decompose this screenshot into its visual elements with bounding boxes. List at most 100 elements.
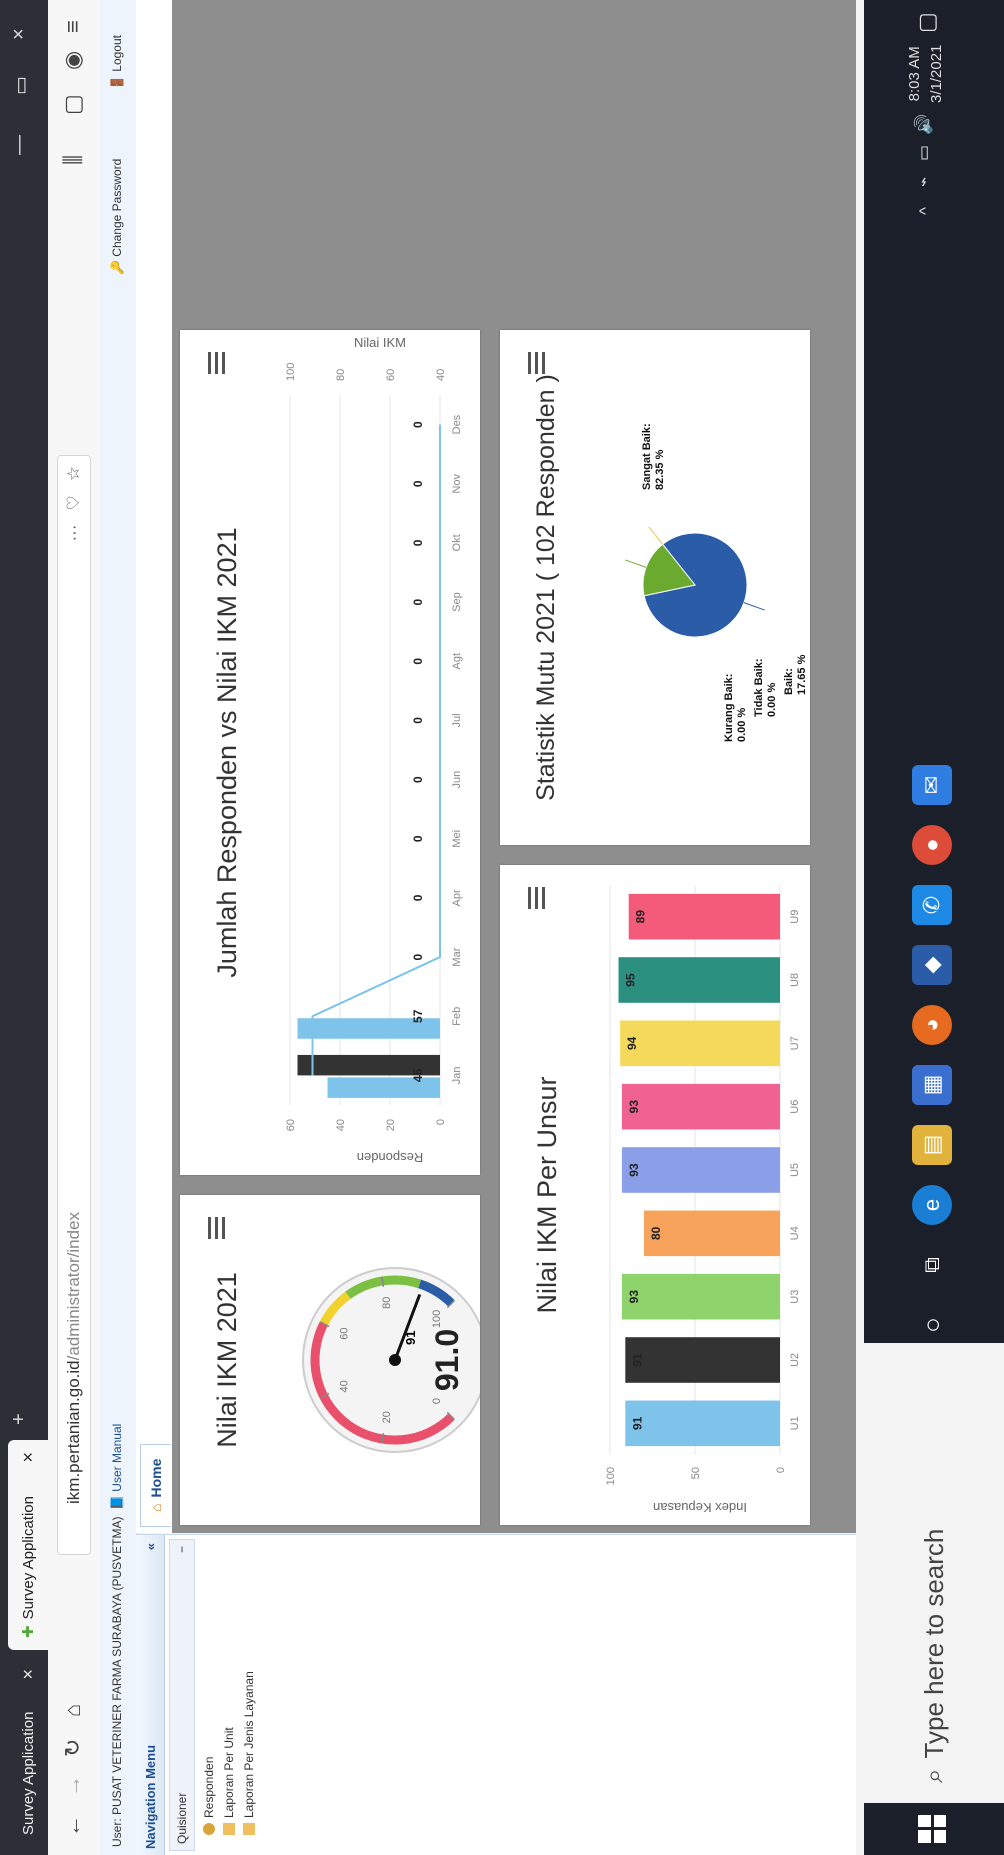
content-tab-strip: ⌂ Home (136, 0, 173, 1533)
cortana-icon[interactable]: ○ (912, 1305, 952, 1345)
back-icon[interactable]: ← (60, 1815, 86, 1837)
edge-icon[interactable]: e (912, 1185, 952, 1225)
tab-home-label: Home (148, 1458, 164, 1498)
navigation-panel: Navigation Menu « Quisioner − Responden … (136, 1534, 856, 1855)
sidebar-icon[interactable]: ▢ (60, 94, 86, 115)
unsur-x-tick: U7 (789, 1036, 801, 1050)
gauge-chart: 0 20 40 60 80 100 91 91.0 (302, 1267, 480, 1453)
url-path: /administrator/index (64, 1212, 83, 1361)
minimize-button[interactable]: — (8, 135, 31, 155)
home-tab-icon: ⌂ (148, 1503, 164, 1512)
combo-y-right-tick: 100 (285, 363, 297, 381)
unsur-value-label: 94 (625, 1036, 639, 1050)
new-tab-button[interactable]: + (8, 1413, 31, 1425)
unsur-y-label: Index Kepuasan (653, 1500, 747, 1515)
bookmark-star-icon[interactable]: ☆ (64, 466, 84, 481)
combo-line-series (311, 424, 441, 1076)
start-button[interactable] (918, 1815, 946, 1843)
pie-label-kurang-baik: Kurang Baik:0.00 % (723, 674, 748, 742)
nav-group-quisioner[interactable]: Quisioner − (169, 1539, 195, 1851)
unsur-x-tick: U9 (789, 910, 801, 924)
screen: Survey Application × ✚ Survey Applicatio… (0, 0, 1004, 1855)
pie-label-pct: 0.00 % (736, 708, 748, 742)
app-icon[interactable]: ◆ (912, 945, 952, 985)
chrome-icon[interactable]: ● (912, 825, 952, 865)
gauge-needle-label: 91 (403, 1331, 418, 1345)
unsur-value-label: 91 (630, 1353, 644, 1367)
display-icon[interactable]: ▭ (914, 145, 934, 161)
unsur-value-label: 93 (627, 1163, 641, 1177)
pie-label-name: Kurang Baik: (723, 674, 735, 742)
combo-value-label: 57 (411, 1009, 425, 1023)
change-password-link[interactable]: 🔑 Change Password (110, 159, 124, 275)
taskbar-clock[interactable]: 8:03 AM 3/1/2021 (904, 45, 948, 103)
task-view-icon[interactable]: ⧉ (912, 1245, 952, 1285)
logout-link[interactable]: 🚪 Logout (110, 35, 124, 90)
tray-chevron-icon[interactable]: ^ (916, 207, 936, 215)
tab-home[interactable]: ⌂ Home (140, 1443, 171, 1527)
forward-icon[interactable]: → (60, 1775, 86, 1797)
user-manual-link[interactable]: 📘 User Manual (110, 1424, 124, 1510)
unsur-x-tick: U6 (789, 1100, 801, 1114)
unsur-y-tick: 100 (605, 1467, 617, 1485)
menu-icon[interactable]: ≡ (60, 20, 86, 33)
restore-button[interactable]: ▭ (8, 76, 33, 95)
nav-item-laporan-unit[interactable]: Laporan Per Unit (219, 1535, 239, 1855)
nav-item-label: Responden (202, 1756, 216, 1818)
outlook-icon[interactable]: ✉ (912, 765, 952, 805)
browser-tab[interactable]: Survey Application × (8, 1657, 48, 1847)
unsur-x-tick: U2 (789, 1353, 801, 1367)
combo-value-label: 0 (411, 421, 425, 428)
gauge-card: Nilai IKM 2021 0 20 40 60 80 100 91 91.0 (180, 1195, 480, 1525)
gauge-tick-label: 20 (381, 1411, 393, 1423)
close-tab-icon[interactable]: × (18, 1452, 39, 1463)
combo-y-left-tick: 0 (435, 1119, 447, 1125)
taskbar-search[interactable]: ⌕ Type here to search (864, 1343, 1004, 1803)
pie-label-name: Tidak Baik: (753, 659, 765, 718)
file-explorer-icon[interactable]: ▤ (912, 1125, 952, 1165)
clock-date: 3/1/2021 (928, 44, 945, 103)
close-window-button[interactable]: × (8, 28, 31, 40)
windows-taskbar: ⌕ Type here to search ○ ⧉ e ▤ ▦ ◕ ◆ ✆ ● … (864, 0, 1004, 1855)
browser-tab-active[interactable]: ✚ Survey Application × (8, 1440, 48, 1650)
combo-x-tick: Feb (451, 1007, 463, 1026)
combo-value-labels: 45 57 0 0 0 0 0 0 0 0 0 0 (411, 421, 425, 1082)
home-icon[interactable]: ⌂ (60, 1704, 86, 1717)
combo-line (311, 424, 441, 1076)
close-tab-icon[interactable]: × (18, 1669, 39, 1680)
account-icon[interactable]: ◉ (60, 51, 86, 70)
library-icon[interactable]: ⫼ (60, 155, 86, 165)
nav-item-laporan-layanan[interactable]: Laporan Per Jenis Layanan (239, 1535, 259, 1855)
notifications-icon[interactable]: ▢ (914, 12, 940, 33)
user-label: User: PUSAT VETERINER FARMA SURABAYA (PU… (110, 1516, 124, 1847)
pie-label-name: Sangat Baik: (641, 423, 653, 490)
combo-x-tick: Mar (451, 947, 463, 966)
unsur-value-label: 91 (630, 1416, 644, 1430)
combo-x-tick: Jan (451, 1067, 463, 1085)
collapse-nav-icon[interactable]: « (143, 1543, 158, 1550)
page-actions-icon[interactable]: ··· (64, 525, 84, 542)
nav-item-responden[interactable]: Responden (199, 1535, 219, 1855)
tab-label: Survey Application (19, 1711, 37, 1835)
unsur-bar (618, 957, 780, 1003)
volume-icon[interactable]: 🔊 (914, 114, 934, 135)
combo-value-label: 0 (411, 480, 425, 487)
store-icon[interactable]: ▦ (912, 1065, 952, 1105)
unsur-bar (621, 1147, 781, 1193)
combo-y-left-tick: 40 (335, 1119, 347, 1131)
combo-x-ticks: Jan Feb Mar Apr Mei Jun Jul Agt Sep Okt Nov Des (451, 414, 463, 1084)
unsur-bar (644, 1210, 780, 1257)
network-icon[interactable]: ⌁ (914, 177, 934, 187)
combo-x-tick: Jun (451, 771, 463, 789)
firefox-icon[interactable]: ◕ (912, 1005, 952, 1045)
combo-y-right-label: Nilai IKM (354, 335, 406, 350)
reload-icon[interactable]: ↻ (60, 1739, 86, 1757)
pie-leader-line (625, 559, 647, 568)
group-toggle-icon[interactable]: − (175, 1546, 189, 1553)
address-bar[interactable]: ikm.pertanian.go.id/administrator/index … (57, 455, 91, 1555)
nav-item-label: Laporan Per Unit (222, 1727, 236, 1818)
phone-icon[interactable]: ✆ (912, 885, 952, 925)
pocket-icon[interactable]: ♡ (64, 495, 84, 510)
unsur-x-ticks: U1 U2 U3 U4 U5 U6 U7 U8 U9 (789, 910, 801, 1431)
unsur-value-label: 93 (627, 1100, 641, 1114)
